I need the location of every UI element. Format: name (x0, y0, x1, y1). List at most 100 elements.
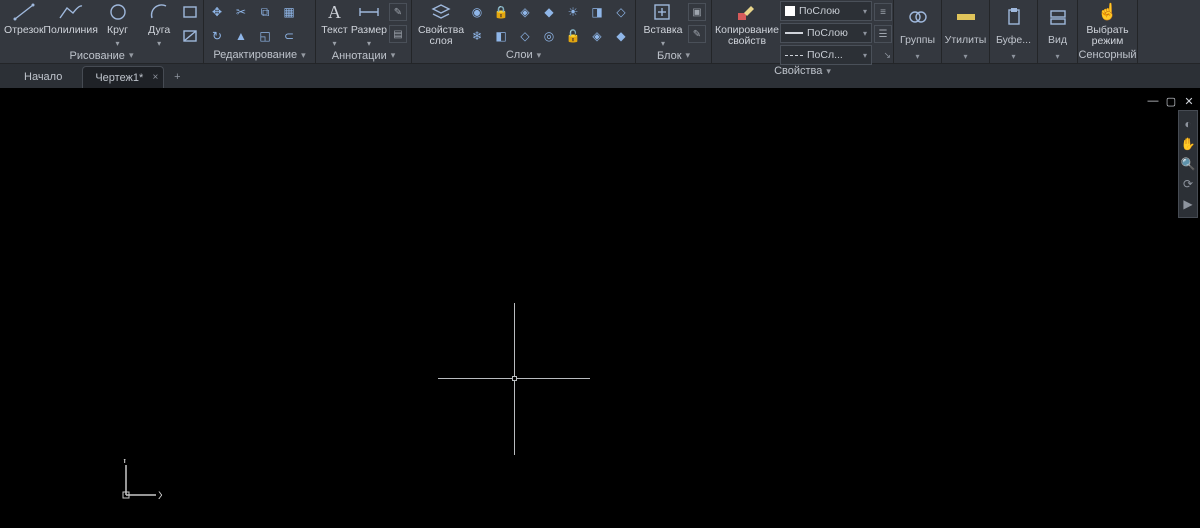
leader-icon[interactable]: ✎ (389, 3, 407, 21)
dimension-button[interactable]: Размер ▾ (351, 1, 387, 48)
panel-annotation-title[interactable]: Аннотации ▾ (320, 48, 407, 63)
layer-off-icon[interactable]: ◉ (468, 3, 486, 21)
match-properties-label: Копирование свойств (715, 25, 779, 47)
ruler-icon (954, 6, 978, 28)
panel-layers: Свойства слоя ◉ ❄ 🔒 ◧ ◈ ◇ ◆ ◎ ☀ 🔓 ◨ ◈ ◇ … (412, 0, 636, 63)
rectangle-icon[interactable] (181, 3, 199, 21)
layer-properties-button[interactable]: Свойства слоя (416, 1, 466, 47)
linetype-icon (785, 55, 803, 56)
panel-edit-title[interactable]: Редактирование ▾ (208, 47, 311, 63)
chevron-down-icon: ▾ (826, 66, 831, 77)
nav-wheel-icon[interactable]: ◐ (1181, 117, 1195, 131)
scale-icon[interactable]: ◱ (256, 27, 274, 45)
trim-icon[interactable]: ✂ (232, 3, 250, 21)
layer-tool-5-icon[interactable]: ◈ (516, 3, 534, 21)
color-dropdown[interactable]: ПоСлою ▾ (780, 1, 872, 21)
layer-thaw-icon[interactable]: ☀ (564, 3, 582, 21)
copy-icon[interactable]: ⧉ (256, 3, 274, 21)
polyline-button[interactable]: Полилиния (46, 1, 96, 36)
text-label: Текст (321, 25, 347, 36)
layer-tool-12-icon[interactable]: ◈ (588, 27, 606, 45)
touch-icon: ☝ (1094, 1, 1122, 23)
tab-drawing-1[interactable]: Чертеж1* × (82, 66, 164, 88)
panel-utilities[interactable]: Утилиты ▾ (942, 0, 990, 63)
table-icon[interactable]: ▤ (389, 25, 407, 43)
panel-block-title[interactable]: Блок ▾ (640, 48, 707, 63)
chevron-down-icon: ▾ (129, 50, 134, 61)
color-swatch (785, 6, 795, 16)
layer-on-icon[interactable]: ◎ (540, 27, 558, 45)
drawing-canvas[interactable]: Y X (0, 88, 1200, 528)
hatch-icon[interactable] (181, 27, 199, 45)
props-small-1-icon[interactable]: ≡ (874, 3, 892, 21)
layer-tool-6-icon[interactable]: ◇ (516, 27, 534, 45)
restore-icon[interactable]: ▢ (1164, 94, 1178, 108)
dimension-label: Размер (351, 25, 387, 36)
panel-clipboard[interactable]: Буфе... ▾ (990, 0, 1038, 63)
panel-touch: ☝ Выбрать режим Сенсорный (1078, 0, 1138, 63)
match-properties-icon (733, 1, 761, 23)
panel-annotation: A Текст ▾ Размер ▾ ✎ ▤ Аннотации ▾ (316, 0, 412, 63)
nav-pan-icon[interactable]: ✋ (1181, 137, 1195, 151)
rotate-icon[interactable]: ↻ (208, 27, 226, 45)
layer-freeze-icon[interactable]: ❄ (468, 27, 486, 45)
close-icon[interactable]: × (152, 72, 158, 83)
chevron-down-icon: ▾ (863, 29, 867, 38)
chevron-down-icon: ▾ (116, 39, 120, 48)
ucs-y-label: Y (121, 459, 129, 466)
layer-match-icon[interactable]: ◧ (492, 27, 510, 45)
chevron-down-icon: ▾ (661, 39, 665, 48)
chevron-down-icon: ▾ (367, 39, 371, 48)
minimize-icon[interactable]: — (1146, 94, 1160, 108)
offset-icon[interactable]: ⊂ (280, 27, 298, 45)
match-properties-button[interactable]: Копирование свойств (716, 1, 778, 47)
touch-mode-button[interactable]: ☝ Выбрать режим (1082, 1, 1133, 47)
panel-properties-title[interactable]: Свойства ▾ (716, 65, 889, 77)
layer-tool-14-icon[interactable]: ◆ (612, 27, 630, 45)
circle-button[interactable]: Круг ▾ (98, 1, 138, 48)
layers-tool-grid: ◉ ❄ 🔒 ◧ ◈ ◇ ◆ ◎ ☀ 🔓 ◨ ◈ ◇ ◆ (468, 1, 630, 47)
move-icon[interactable]: ✥ (208, 3, 226, 21)
chevron-down-icon: ▾ (332, 39, 336, 48)
panel-draw: Отрезок Полилиния Круг ▾ Дуга ▾ (0, 0, 204, 63)
ucs-x-label: X (158, 490, 162, 502)
panel-view[interactable]: Вид ▾ (1038, 0, 1078, 63)
array-icon[interactable]: ▦ (280, 3, 298, 21)
panel-layers-title[interactable]: Слои ▾ (416, 47, 631, 63)
line-label: Отрезок (4, 25, 44, 36)
layer-isolate-icon[interactable]: ◨ (588, 3, 606, 21)
chevron-down-icon: ▾ (686, 50, 691, 61)
nav-orbit-icon[interactable]: ⟳ (1181, 177, 1195, 191)
panel-block: Вставка ▾ ▣ ✎ Блок ▾ (636, 0, 712, 63)
close-doc-icon[interactable]: ✕ (1182, 94, 1196, 108)
line-button[interactable]: Отрезок (4, 1, 44, 36)
insert-button[interactable]: Вставка ▾ (640, 1, 686, 48)
layer-tool-13-icon[interactable]: ◇ (612, 3, 630, 21)
arc-button[interactable]: Дуга ▾ (139, 1, 179, 48)
linetype-dropdown[interactable]: ПоСл... ▾ (780, 45, 872, 65)
tab-home[interactable]: Начало (12, 66, 82, 88)
block-edit-icon[interactable]: ✎ (688, 25, 706, 43)
crosshair-center (512, 376, 517, 381)
nav-showmotion-icon[interactable]: ▶ (1181, 197, 1195, 211)
nav-zoom-icon[interactable]: 🔍 (1181, 157, 1195, 171)
ribbon: Отрезок Полилиния Круг ▾ Дуга ▾ (0, 0, 1200, 64)
tab-new[interactable]: + (164, 66, 190, 88)
block-create-icon[interactable]: ▣ (688, 3, 706, 21)
lineweight-dropdown[interactable]: ПоСлою ▾ (780, 23, 872, 43)
edit-tool-grid: ✥ ↻ ✂ ▲ ⧉ ◱ ▦ ⊂ (208, 1, 298, 47)
arc-label: Дуга (148, 25, 170, 36)
panel-groups[interactable]: Группы ▾ (894, 0, 942, 63)
draw-extra-icons (181, 1, 199, 47)
panel-draw-title[interactable]: Рисование ▾ (4, 48, 199, 63)
text-button[interactable]: A Текст ▾ (320, 1, 349, 48)
mirror-icon[interactable]: ▲ (232, 27, 250, 45)
props-small-2-icon[interactable]: ☰ (874, 25, 892, 43)
layer-tool-7-icon[interactable]: ◆ (540, 3, 558, 21)
layers-icon (427, 1, 455, 23)
touch-mode-label: Выбрать режим (1082, 25, 1133, 47)
dialog-launcher-icon[interactable]: ↘ (883, 50, 891, 61)
circle-icon (104, 1, 132, 23)
layer-lock-icon[interactable]: 🔒 (492, 3, 510, 21)
layer-unlock-icon[interactable]: 🔓 (564, 27, 582, 45)
